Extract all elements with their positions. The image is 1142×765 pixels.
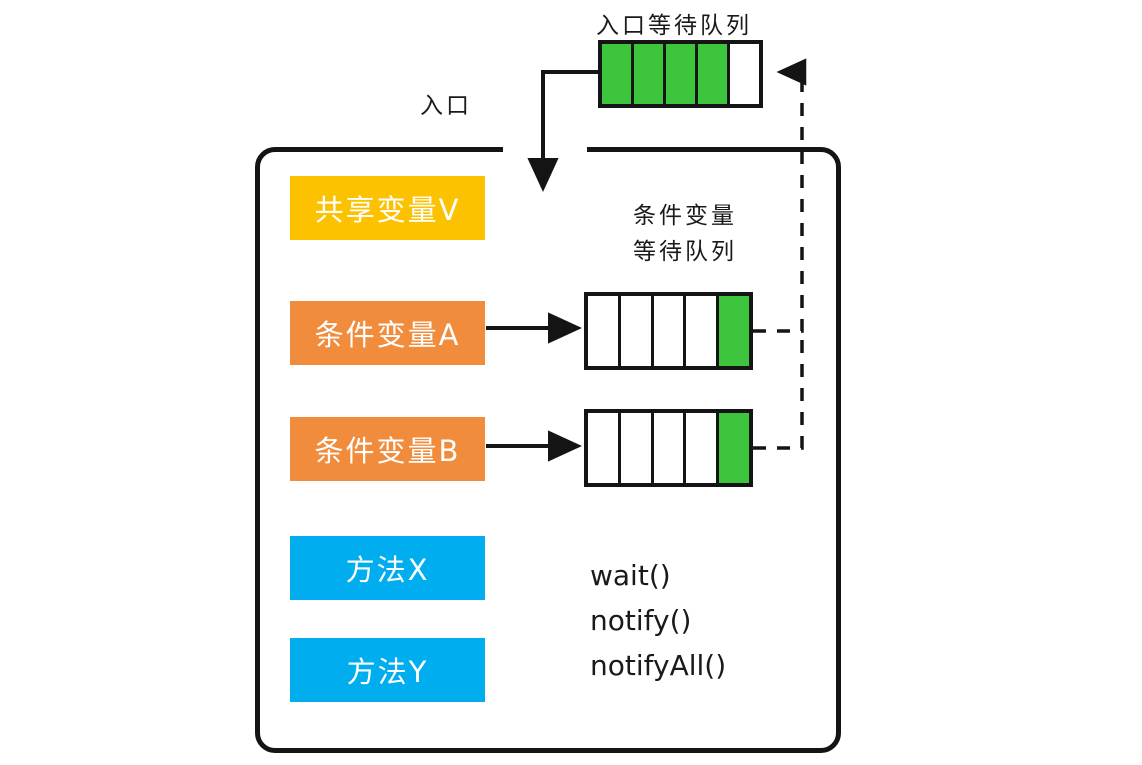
diagram-canvas: 入口等待队列 入口 共享变量V 条件变量A 条件变量B 方法X 方法Y 条件变量…: [0, 0, 1142, 765]
queue-cell: [719, 296, 749, 366]
queue-cell: [719, 413, 749, 483]
condition-variable-a-box: 条件变量A: [290, 301, 485, 365]
condition-queue-caption: 条件变量 等待队列: [600, 198, 770, 270]
method-line-wait: wait(): [590, 559, 671, 592]
entry-wait-queue: [598, 40, 763, 108]
queue-cell: [698, 44, 730, 104]
entry-wait-queue-caption: 入口等待队列: [596, 13, 752, 39]
queue-cell: [686, 413, 720, 483]
shared-variable-label: 共享变量V: [314, 193, 461, 227]
method-x-box: 方法X: [290, 536, 485, 600]
method-y-box: 方法Y: [290, 638, 485, 702]
entry-label: 入口: [420, 93, 472, 119]
queue-cell: [653, 413, 687, 483]
method-line-notify: notify(): [590, 604, 692, 637]
condition-b-wait-queue: [584, 409, 753, 487]
queue-cell: [588, 296, 621, 366]
condition-variable-a-label: 条件变量A: [314, 318, 461, 352]
method-y-label: 方法Y: [346, 655, 429, 689]
method-line-notify-all: notifyAll(): [590, 649, 727, 682]
monitor-entry-gap: [503, 141, 587, 155]
queue-cell: [634, 44, 666, 104]
condition-queue-caption-line-2: 等待队列: [633, 239, 737, 265]
condition-queue-caption-line-1: 条件变量: [633, 203, 737, 229]
queue-cell: [620, 413, 654, 483]
condition-a-wait-queue: [584, 292, 753, 370]
queue-cell: [602, 44, 634, 104]
shared-variable-box: 共享变量V: [290, 176, 485, 240]
queue-cell: [620, 296, 654, 366]
method-x-label: 方法X: [345, 553, 430, 587]
queue-cell: [666, 44, 698, 104]
condition-variable-b-box: 条件变量B: [290, 417, 485, 481]
queue-cell: [686, 296, 720, 366]
queue-cell: [588, 413, 621, 483]
condition-variable-b-label: 条件变量B: [314, 434, 461, 468]
queue-cell: [730, 44, 759, 104]
queue-cell: [653, 296, 687, 366]
monitor-method-list: wait() notify() notifyAll(): [590, 553, 726, 688]
